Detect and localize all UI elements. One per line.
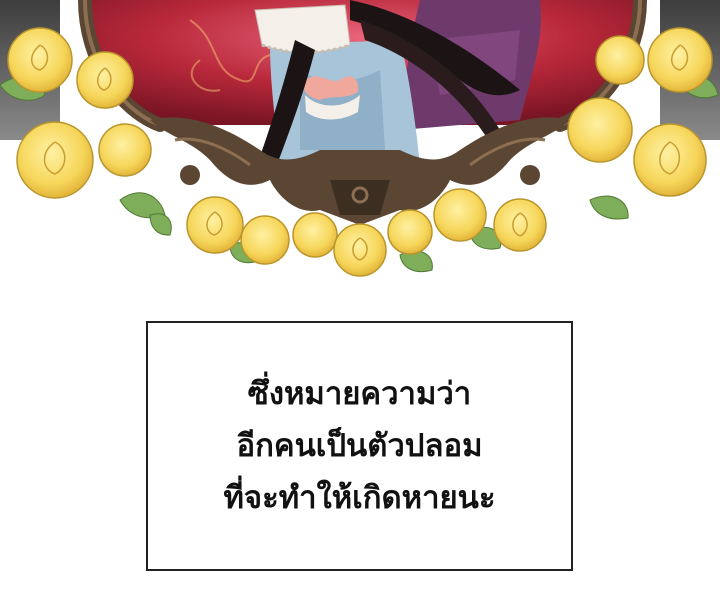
rose: [633, 123, 707, 197]
rose: [567, 97, 633, 163]
rose: [186, 196, 244, 254]
rose: [333, 223, 387, 277]
rose: [433, 188, 487, 242]
rose: [647, 27, 713, 93]
rose: [292, 212, 338, 258]
rose: [98, 123, 152, 177]
rose: [76, 51, 134, 109]
caption-line-1: ซึ่งหมายความว่า: [247, 376, 472, 412]
caption-line-3: ที่จะทำให้เกิดหายนะ: [223, 480, 496, 516]
caption-line-2: อีกคนเป็นตัวปลอม: [236, 428, 483, 464]
rose: [240, 215, 290, 265]
rose: [16, 121, 94, 199]
rose: [387, 209, 433, 255]
rose: [493, 198, 547, 252]
rose: [595, 35, 645, 85]
caption-box: ซึ่งหมายความว่า อีกคนเป็นตัวปลอม ที่จะทำ…: [146, 321, 573, 571]
rose: [7, 27, 73, 93]
rose-mirror-frame-illustration: [0, 0, 720, 277]
comic-panel: ซึ่งหมายความว่า อีกคนเป็นตัวปลอม ที่จะทำ…: [0, 0, 720, 611]
